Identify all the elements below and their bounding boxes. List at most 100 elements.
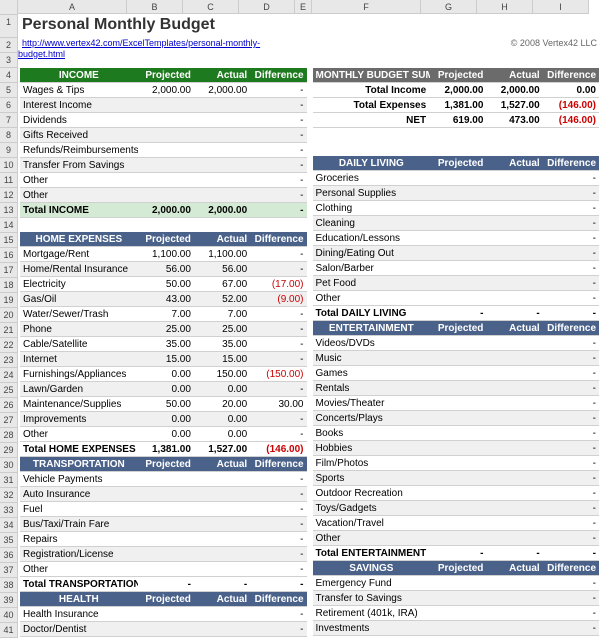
data-row[interactable]: Cable/Satellite35.0035.00- xyxy=(20,337,307,352)
cell-actual[interactable]: 20.00 xyxy=(194,397,250,412)
row-header-20[interactable]: 20 xyxy=(0,308,18,323)
data-row[interactable]: Water/Sewer/Trash7.007.00- xyxy=(20,307,307,322)
data-row[interactable]: Videos/DVDs- xyxy=(313,336,600,351)
row-header-10[interactable]: 10 xyxy=(0,158,18,173)
data-row[interactable]: Clothing- xyxy=(313,201,600,216)
row-header-4[interactable]: 4 xyxy=(0,68,18,83)
cell-projected[interactable] xyxy=(430,576,486,591)
cell-actual[interactable] xyxy=(486,396,542,411)
data-row[interactable]: Transfer From Savings- xyxy=(20,158,307,173)
data-row[interactable]: Other0.000.00- xyxy=(20,427,307,442)
cell-actual[interactable] xyxy=(486,381,542,396)
cell-projected[interactable] xyxy=(138,487,194,502)
data-row[interactable]: Phone25.0025.00- xyxy=(20,322,307,337)
cell-actual[interactable]: 2,000.00 xyxy=(194,83,250,98)
cell-actual[interactable] xyxy=(486,486,542,501)
col-header-C[interactable]: C xyxy=(183,0,239,14)
data-row[interactable]: Vehicle Payments- xyxy=(20,472,307,487)
cell-actual[interactable] xyxy=(194,158,250,173)
cell-actual[interactable]: 56.00 xyxy=(194,262,250,277)
cell-actual[interactable] xyxy=(486,261,542,276)
cell-actual[interactable]: 150.00 xyxy=(194,367,250,382)
data-row[interactable]: Mortgage/Rent1,100.001,100.00- xyxy=(20,247,307,262)
data-row[interactable]: Toys/Gadgets- xyxy=(313,501,600,516)
cell-projected[interactable] xyxy=(138,607,194,622)
cell-projected[interactable] xyxy=(430,351,486,366)
cell-actual[interactable] xyxy=(194,517,250,532)
row-header-7[interactable]: 7 xyxy=(0,113,18,128)
row-header-16[interactable]: 16 xyxy=(0,248,18,263)
cell-actual[interactable] xyxy=(486,441,542,456)
row-header-36[interactable]: 36 xyxy=(0,548,18,563)
cell-actual[interactable] xyxy=(486,426,542,441)
row-header-21[interactable]: 21 xyxy=(0,323,18,338)
cell-actual[interactable] xyxy=(486,471,542,486)
cell-actual[interactable] xyxy=(486,456,542,471)
cell-projected[interactable] xyxy=(430,621,486,636)
cell-actual[interactable] xyxy=(194,98,250,113)
data-row[interactable]: Other- xyxy=(313,291,600,306)
data-row[interactable]: Doctor/Dentist- xyxy=(20,622,307,637)
cell-actual[interactable] xyxy=(194,547,250,562)
row-header-6[interactable]: 6 xyxy=(0,98,18,113)
cell-projected[interactable] xyxy=(138,562,194,577)
cell-projected[interactable] xyxy=(138,502,194,517)
cell-actual[interactable]: 0.00 xyxy=(194,427,250,442)
data-row[interactable]: Electricity50.0067.00(17.00) xyxy=(20,277,307,292)
data-row[interactable]: Cleaning- xyxy=(313,216,600,231)
cell-actual[interactable] xyxy=(486,231,542,246)
row-header-8[interactable]: 8 xyxy=(0,128,18,143)
col-header-G[interactable]: G xyxy=(421,0,477,14)
cell-actual[interactable] xyxy=(486,186,542,201)
data-row[interactable]: Refunds/Reimbursements- xyxy=(20,143,307,158)
row-header-2[interactable]: 2 xyxy=(0,38,18,53)
cell-projected[interactable] xyxy=(430,231,486,246)
cell-actual[interactable] xyxy=(194,173,250,188)
row-header-27[interactable]: 27 xyxy=(0,413,18,428)
cell-actual[interactable] xyxy=(194,128,250,143)
row-header-29[interactable]: 29 xyxy=(0,443,18,458)
cell-actual[interactable] xyxy=(194,607,250,622)
cell-projected[interactable] xyxy=(430,516,486,531)
cell-projected[interactable] xyxy=(138,472,194,487)
data-row[interactable]: Registration/License- xyxy=(20,547,307,562)
cell-projected[interactable]: 43.00 xyxy=(138,292,194,307)
data-row[interactable]: Improvements0.000.00- xyxy=(20,412,307,427)
cell-actual[interactable] xyxy=(486,246,542,261)
cell-actual[interactable] xyxy=(194,532,250,547)
cell-projected[interactable]: 15.00 xyxy=(138,352,194,367)
cell-actual[interactable] xyxy=(486,291,542,306)
row-header-39[interactable]: 39 xyxy=(0,593,18,608)
cell-projected[interactable] xyxy=(430,471,486,486)
data-row[interactable]: Retirement (401k, IRA)- xyxy=(313,606,600,621)
data-row[interactable]: Dining/Eating Out- xyxy=(313,246,600,261)
cell-projected[interactable]: 1,100.00 xyxy=(138,247,194,262)
row-header-24[interactable]: 24 xyxy=(0,368,18,383)
data-row[interactable]: Other- xyxy=(20,562,307,577)
data-row[interactable]: Interest Income- xyxy=(20,98,307,113)
cell-actual[interactable] xyxy=(486,351,542,366)
row-header-34[interactable]: 34 xyxy=(0,518,18,533)
cell-actual[interactable]: 52.00 xyxy=(194,292,250,307)
cell-actual[interactable]: 0.00 xyxy=(194,382,250,397)
cell-projected[interactable]: 25.00 xyxy=(138,322,194,337)
data-row[interactable]: Maintenance/Supplies50.0020.0030.00 xyxy=(20,397,307,412)
cell-projected[interactable] xyxy=(430,441,486,456)
row-header-33[interactable]: 33 xyxy=(0,503,18,518)
row-header-40[interactable]: 40 xyxy=(0,608,18,623)
col-header-I[interactable]: I xyxy=(533,0,589,14)
cell-projected[interactable] xyxy=(138,113,194,128)
row-header-35[interactable]: 35 xyxy=(0,533,18,548)
cell-projected[interactable] xyxy=(138,173,194,188)
cell-projected[interactable] xyxy=(138,517,194,532)
data-row[interactable]: Emergency Fund- xyxy=(313,576,600,591)
cell-projected[interactable] xyxy=(138,188,194,203)
cell-actual[interactable] xyxy=(486,366,542,381)
col-header-B[interactable]: B xyxy=(127,0,183,14)
row-header-3[interactable]: 3 xyxy=(0,53,18,68)
cell-projected[interactable]: 50.00 xyxy=(138,277,194,292)
cell-projected[interactable] xyxy=(430,486,486,501)
cell-actual[interactable] xyxy=(486,171,542,186)
col-header-D[interactable]: D xyxy=(239,0,295,14)
row-header-37[interactable]: 37 xyxy=(0,563,18,578)
